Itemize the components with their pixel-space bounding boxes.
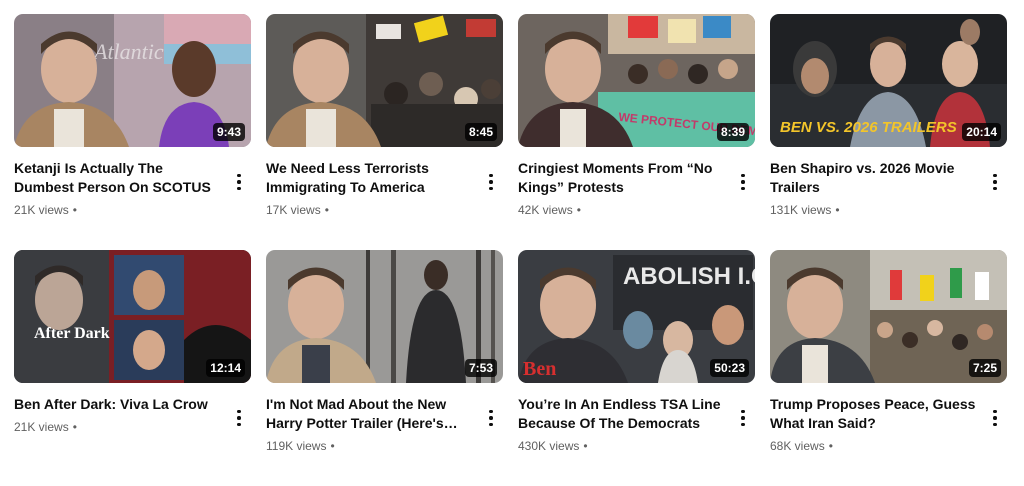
- separator-dot: •: [72, 203, 77, 217]
- video-thumbnail[interactable]: Atlantic 9:43: [14, 14, 251, 147]
- video-card[interactable]: 7:25 Trump Proposes Peace, Guess What Ir…: [770, 250, 1007, 486]
- video-stats: 68K views •: [770, 438, 981, 454]
- video-duration: 7:25: [968, 359, 1001, 377]
- svg-text:BEN VS. 2026 TRAILERS: BEN VS. 2026 TRAILERS: [780, 119, 957, 136]
- separator-dot: •: [72, 420, 77, 434]
- video-thumbnail[interactable]: After Dark 12:14: [14, 250, 251, 383]
- video-duration: 12:14: [206, 359, 245, 377]
- video-title[interactable]: I'm Not Mad About the New Harry Potter T…: [266, 395, 477, 433]
- video-thumbnail[interactable]: ABOLISH I.C.E. Ben 50:23: [518, 250, 755, 383]
- video-card[interactable]: 8:45 We Need Less Terrorists Immigrating…: [266, 14, 503, 250]
- view-count: 131K views: [770, 203, 832, 217]
- video-stats: 21K views •: [14, 202, 225, 218]
- more-options-icon[interactable]: [229, 407, 249, 429]
- separator-dot: •: [330, 439, 335, 453]
- separator-dot: •: [835, 203, 840, 217]
- more-options-icon[interactable]: [733, 171, 753, 193]
- video-stats: 42K views •: [518, 202, 729, 218]
- view-count: 17K views: [266, 203, 321, 217]
- video-thumbnail[interactable]: 8:45: [266, 14, 503, 147]
- video-title[interactable]: Ben Shapiro vs. 2026 Movie Trailers: [770, 159, 981, 197]
- video-title[interactable]: Cringiest Moments From “No Kings” Protes…: [518, 159, 729, 197]
- video-stats: 430K views •: [518, 438, 729, 454]
- video-thumbnail[interactable]: 7:53: [266, 250, 503, 383]
- video-duration: 8:45: [464, 123, 497, 141]
- more-options-icon[interactable]: [985, 171, 1005, 193]
- video-card[interactable]: WE PROTECT OUR DEMOCRACY 8:39 Cringiest …: [518, 14, 755, 250]
- view-count: 68K views: [770, 439, 825, 453]
- more-options-icon[interactable]: [985, 407, 1005, 429]
- video-title[interactable]: We Need Less Terrorists Immigrating To A…: [266, 159, 477, 197]
- separator-dot: •: [324, 203, 329, 217]
- video-thumbnail[interactable]: WE PROTECT OUR DEMOCRACY 8:39: [518, 14, 755, 147]
- svg-text:Atlantic: Atlantic: [92, 39, 164, 64]
- more-options-icon[interactable]: [733, 407, 753, 429]
- svg-text:After Dark: After Dark: [34, 325, 110, 342]
- view-count: 21K views: [14, 420, 69, 434]
- view-count: 119K views: [266, 439, 327, 453]
- video-title[interactable]: Ben After Dark: Viva La Crow: [14, 395, 225, 414]
- view-count: 430K views: [518, 439, 580, 453]
- separator-dot: •: [583, 439, 588, 453]
- separator-dot: •: [576, 203, 581, 217]
- video-duration: 7:53: [464, 359, 497, 377]
- svg-text:ABOLISH I.C.E.: ABOLISH I.C.E.: [623, 263, 755, 290]
- video-stats: 131K views •: [770, 202, 981, 218]
- more-options-icon[interactable]: [481, 171, 501, 193]
- video-card[interactable]: Atlantic 9:43 Ketanji Is Actually The Du…: [14, 14, 251, 250]
- video-stats: 119K views •: [266, 438, 477, 454]
- video-duration: 9:43: [212, 123, 245, 141]
- video-title[interactable]: Trump Proposes Peace, Guess What Iran Sa…: [770, 395, 981, 433]
- more-options-icon[interactable]: [229, 171, 249, 193]
- view-count: 21K views: [14, 203, 69, 217]
- video-title[interactable]: You’re In An Endless TSA Line Because Of…: [518, 395, 729, 433]
- more-options-icon[interactable]: [481, 407, 501, 429]
- video-title[interactable]: Ketanji Is Actually The Dumbest Person O…: [14, 159, 225, 197]
- video-duration: 20:14: [962, 123, 1001, 141]
- separator-dot: •: [828, 439, 833, 453]
- video-duration: 50:23: [710, 359, 749, 377]
- video-card[interactable]: ABOLISH I.C.E. Ben 50:23 You’re In An En…: [518, 250, 755, 486]
- video-card[interactable]: BEN VS. 2026 TRAILERS 20:14 Ben Shapiro …: [770, 14, 1007, 250]
- video-grid: Atlantic 9:43 Ketanji Is Actually The Du…: [14, 14, 1010, 486]
- video-thumbnail[interactable]: BEN VS. 2026 TRAILERS 20:14: [770, 14, 1007, 147]
- video-stats: 17K views •: [266, 202, 477, 218]
- video-duration: 8:39: [716, 123, 749, 141]
- view-count: 42K views: [518, 203, 573, 217]
- video-thumbnail[interactable]: 7:25: [770, 250, 1007, 383]
- svg-text:Ben: Ben: [523, 358, 556, 380]
- video-card[interactable]: 7:53 I'm Not Mad About the New Harry Pot…: [266, 250, 503, 486]
- video-card[interactable]: After Dark 12:14 Ben After Dark: Viva La…: [14, 250, 251, 486]
- video-stats: 21K views •: [14, 419, 225, 435]
